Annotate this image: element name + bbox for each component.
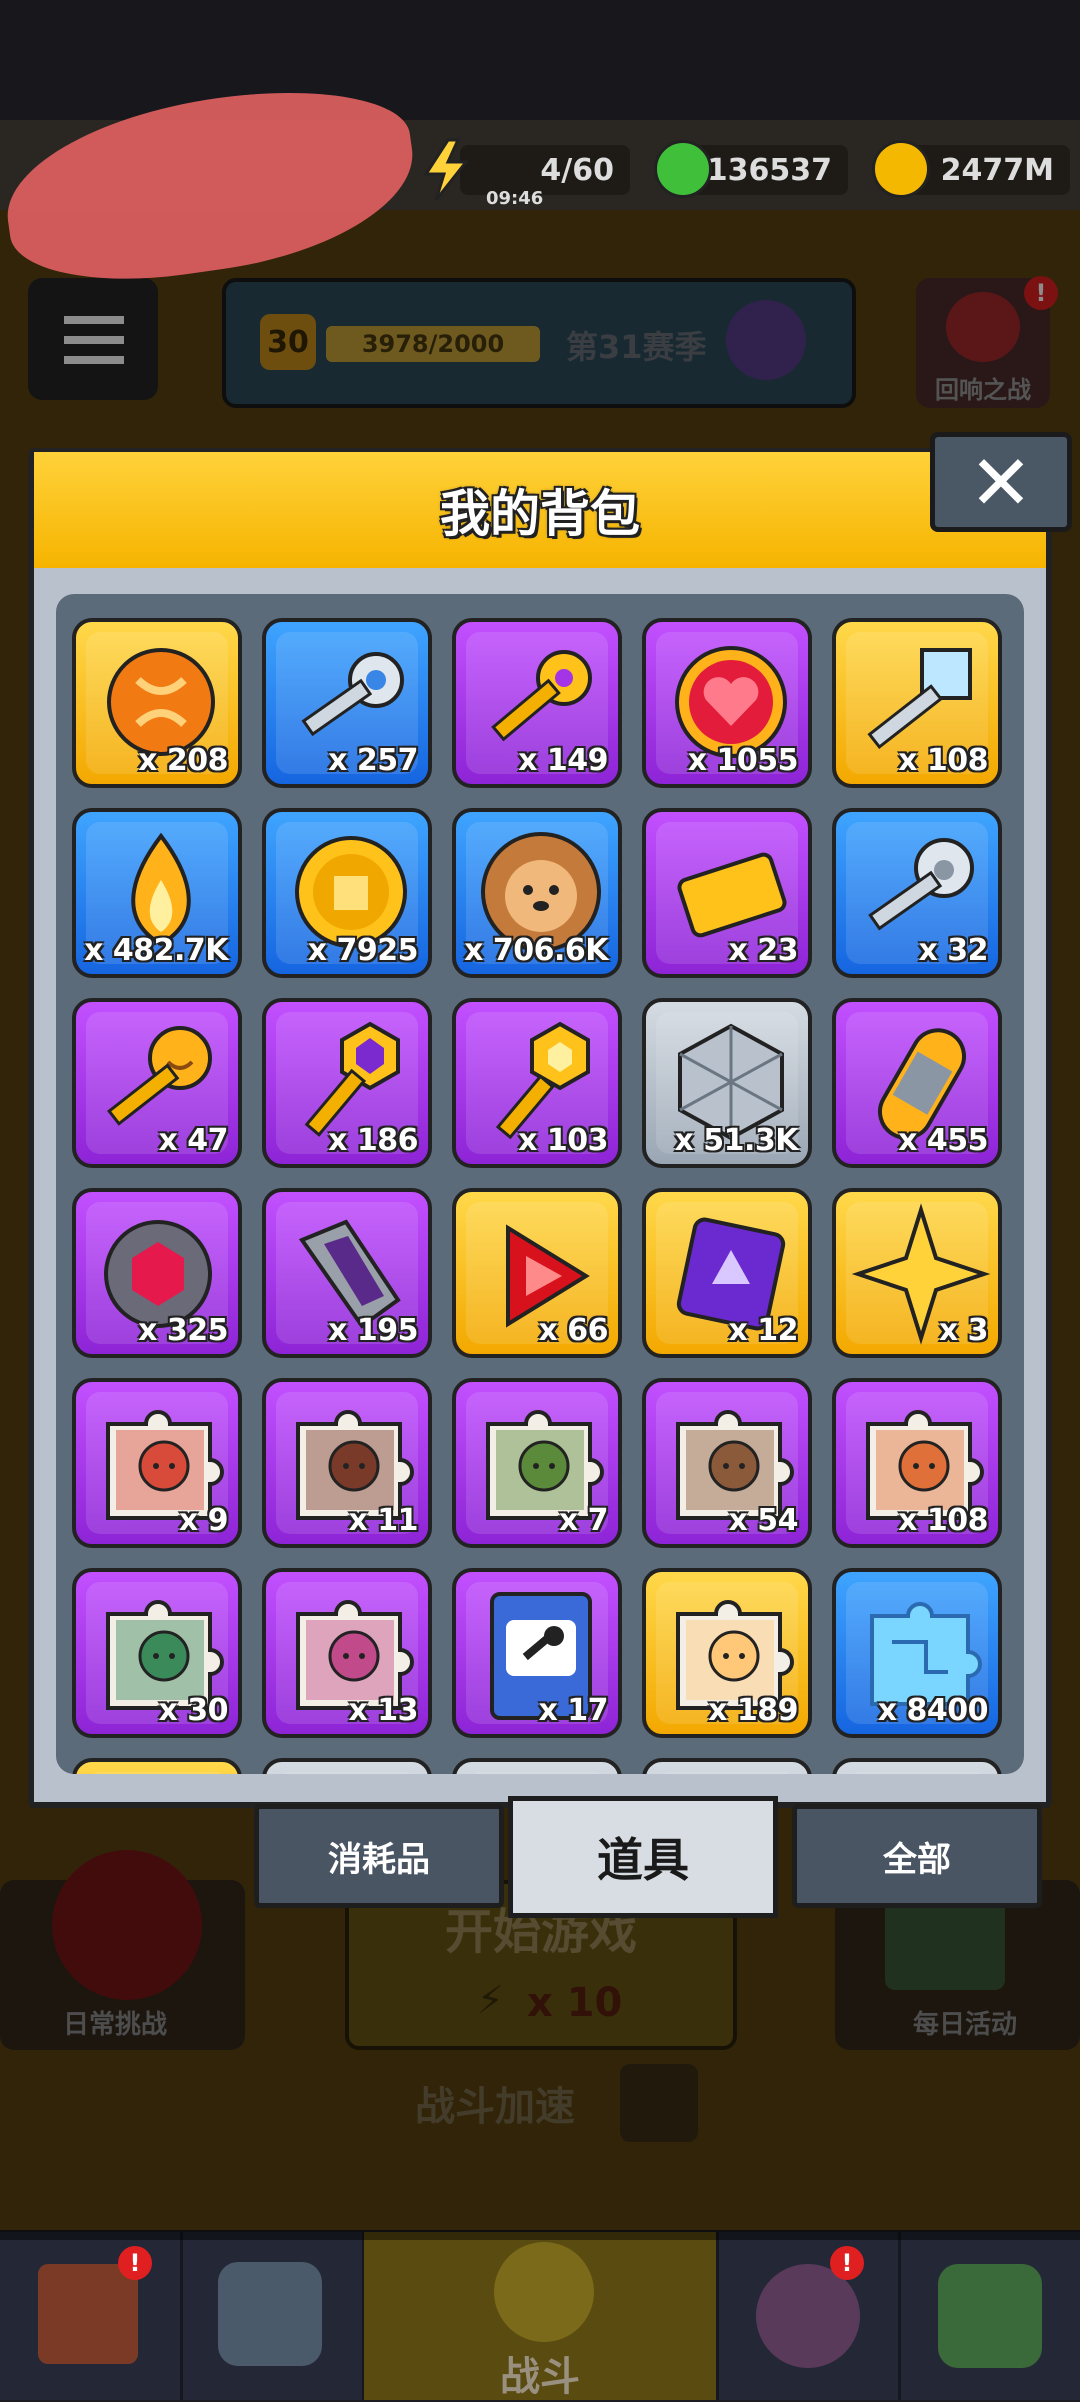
inventory-slot[interactable]: x 108 bbox=[832, 1378, 1002, 1548]
nav-evolve[interactable] bbox=[900, 2232, 1080, 2400]
item-count: x 189 bbox=[708, 1693, 798, 1728]
shop-icon bbox=[38, 2264, 138, 2364]
item-count: x 455 bbox=[898, 1123, 988, 1158]
tab-consumables[interactable]: 消耗品 bbox=[254, 1804, 504, 1908]
energy-timer: 09:46 bbox=[486, 188, 544, 209]
inventory-slot[interactable]: x 706.6K bbox=[452, 808, 622, 978]
inventory-slot[interactable]: x 103 bbox=[452, 998, 622, 1168]
item-count: x 7 bbox=[558, 1503, 609, 1538]
item-count: x 32 bbox=[918, 933, 988, 968]
nav-battle[interactable]: 战斗 bbox=[364, 2232, 719, 2400]
item-count: x 482.7K bbox=[84, 933, 228, 968]
inventory-slot[interactable]: x 208 bbox=[72, 618, 242, 788]
item-count: x 3 bbox=[938, 1313, 989, 1348]
inventory-slot[interactable]: x 54 bbox=[642, 1378, 812, 1548]
close-icon: ✕ bbox=[969, 437, 1033, 527]
item-count: x 103 bbox=[518, 1123, 608, 1158]
inventory-slot[interactable]: x 12 bbox=[642, 1188, 812, 1358]
item-count: x 195 bbox=[328, 1313, 418, 1348]
item-count: x 7925 bbox=[307, 933, 419, 968]
inventory-slot[interactable]: x 325 bbox=[72, 1188, 242, 1358]
coin-value: 2477M bbox=[940, 152, 1054, 188]
inventory-slot[interactable]: x 3 bbox=[832, 1188, 1002, 1358]
evolve-icon bbox=[938, 2264, 1042, 2368]
inventory-slot[interactable]: x 30 bbox=[72, 1568, 242, 1738]
item-count: x 108 bbox=[898, 1503, 988, 1538]
item-grid[interactable]: x 208 x 257 x 149 x 1055 x 108 x 482.7K x 7925… bbox=[56, 594, 1024, 1774]
item-count: x 51.3K bbox=[674, 1123, 798, 1158]
inventory-slot[interactable]: x 11 bbox=[262, 1378, 432, 1548]
talent-alert-badge: ! bbox=[830, 2246, 864, 2280]
item-count: x 11 bbox=[348, 1503, 418, 1538]
inventory-slot[interactable]: x 108 bbox=[832, 618, 1002, 788]
inventory-slot[interactable]: x 257 bbox=[262, 618, 432, 788]
inventory-slot[interactable]: x 7925 bbox=[262, 808, 432, 978]
item-count: x 208 bbox=[138, 743, 228, 778]
item-count: x 54 bbox=[728, 1503, 798, 1538]
inventory-slot-partial[interactable] bbox=[72, 1758, 242, 1774]
modal-title: 我的背包 bbox=[440, 485, 640, 543]
item-count: x 149 bbox=[518, 743, 608, 778]
close-button[interactable]: ✕ bbox=[930, 432, 1072, 532]
inventory-slot[interactable]: x 51.3K bbox=[642, 998, 812, 1168]
item-count: x 23 bbox=[728, 933, 798, 968]
shop-alert-badge: ! bbox=[118, 2246, 152, 2280]
inventory-slot-partial[interactable] bbox=[262, 1758, 432, 1774]
item-count: x 8400 bbox=[877, 1693, 989, 1728]
tab-props[interactable]: 道具 bbox=[508, 1796, 778, 1918]
tab-props-label: 道具 bbox=[597, 1833, 689, 1887]
tab-consumables-label: 消耗品 bbox=[328, 1839, 430, 1880]
gem-plus-icon[interactable] bbox=[654, 140, 712, 198]
inventory-slot[interactable]: x 149 bbox=[452, 618, 622, 788]
item-count: x 706.6K bbox=[464, 933, 608, 968]
item-count: x 9 bbox=[178, 1503, 229, 1538]
inventory-slot[interactable]: x 47 bbox=[72, 998, 242, 1168]
inventory-slot[interactable]: x 66 bbox=[452, 1188, 622, 1358]
item-count: x 186 bbox=[328, 1123, 418, 1158]
inventory-slot[interactable]: x 13 bbox=[262, 1568, 432, 1738]
inventory-slot[interactable]: x 17 bbox=[452, 1568, 622, 1738]
inventory-slot[interactable]: x 1055 bbox=[642, 618, 812, 788]
item-count: x 47 bbox=[158, 1123, 228, 1158]
coin-plus-icon[interactable] bbox=[872, 140, 930, 198]
inventory-slot-partial[interactable] bbox=[832, 1758, 1002, 1774]
nav-shop[interactable] bbox=[0, 2232, 183, 2400]
inventory-slot[interactable]: x 23 bbox=[642, 808, 812, 978]
nav-armory[interactable] bbox=[182, 2232, 365, 2400]
tab-all-label: 全部 bbox=[883, 1839, 951, 1880]
item-count: x 12 bbox=[728, 1313, 798, 1348]
item-count: x 1055 bbox=[687, 743, 799, 778]
inventory-slot[interactable]: x 186 bbox=[262, 998, 432, 1168]
tab-all[interactable]: 全部 bbox=[792, 1804, 1042, 1908]
nav-battle-label: 战斗 bbox=[500, 2354, 580, 2400]
item-count: x 325 bbox=[138, 1313, 228, 1348]
inventory-slot[interactable]: x 482.7K bbox=[72, 808, 242, 978]
status-bar bbox=[0, 0, 1080, 120]
inventory-slot[interactable]: x 9 bbox=[72, 1378, 242, 1548]
item-count: x 66 bbox=[538, 1313, 608, 1348]
lightning-icon bbox=[423, 138, 470, 201]
item-count: x 13 bbox=[348, 1693, 418, 1728]
battle-star-icon bbox=[494, 2242, 594, 2342]
inventory-slot[interactable]: x 189 bbox=[642, 1568, 812, 1738]
nav-talent[interactable] bbox=[718, 2232, 901, 2400]
gem-value: 136537 bbox=[706, 152, 832, 188]
armor-icon bbox=[218, 2262, 322, 2366]
item-count: x 17 bbox=[538, 1693, 608, 1728]
inventory-slot[interactable]: x 7 bbox=[452, 1378, 622, 1548]
inventory-slot[interactable]: x 8400 bbox=[832, 1568, 1002, 1738]
inventory-slot-partial[interactable] bbox=[452, 1758, 622, 1774]
inventory-slot-partial[interactable] bbox=[642, 1758, 812, 1774]
energy-value: 4/60 bbox=[540, 152, 614, 188]
item-count: x 257 bbox=[328, 743, 418, 778]
item-count: x 108 bbox=[898, 743, 988, 778]
inventory-slot[interactable]: x 195 bbox=[262, 1188, 432, 1358]
item-count: x 30 bbox=[158, 1693, 228, 1728]
inventory-slot[interactable]: x 32 bbox=[832, 808, 1002, 978]
inventory-slot[interactable]: x 455 bbox=[832, 998, 1002, 1168]
